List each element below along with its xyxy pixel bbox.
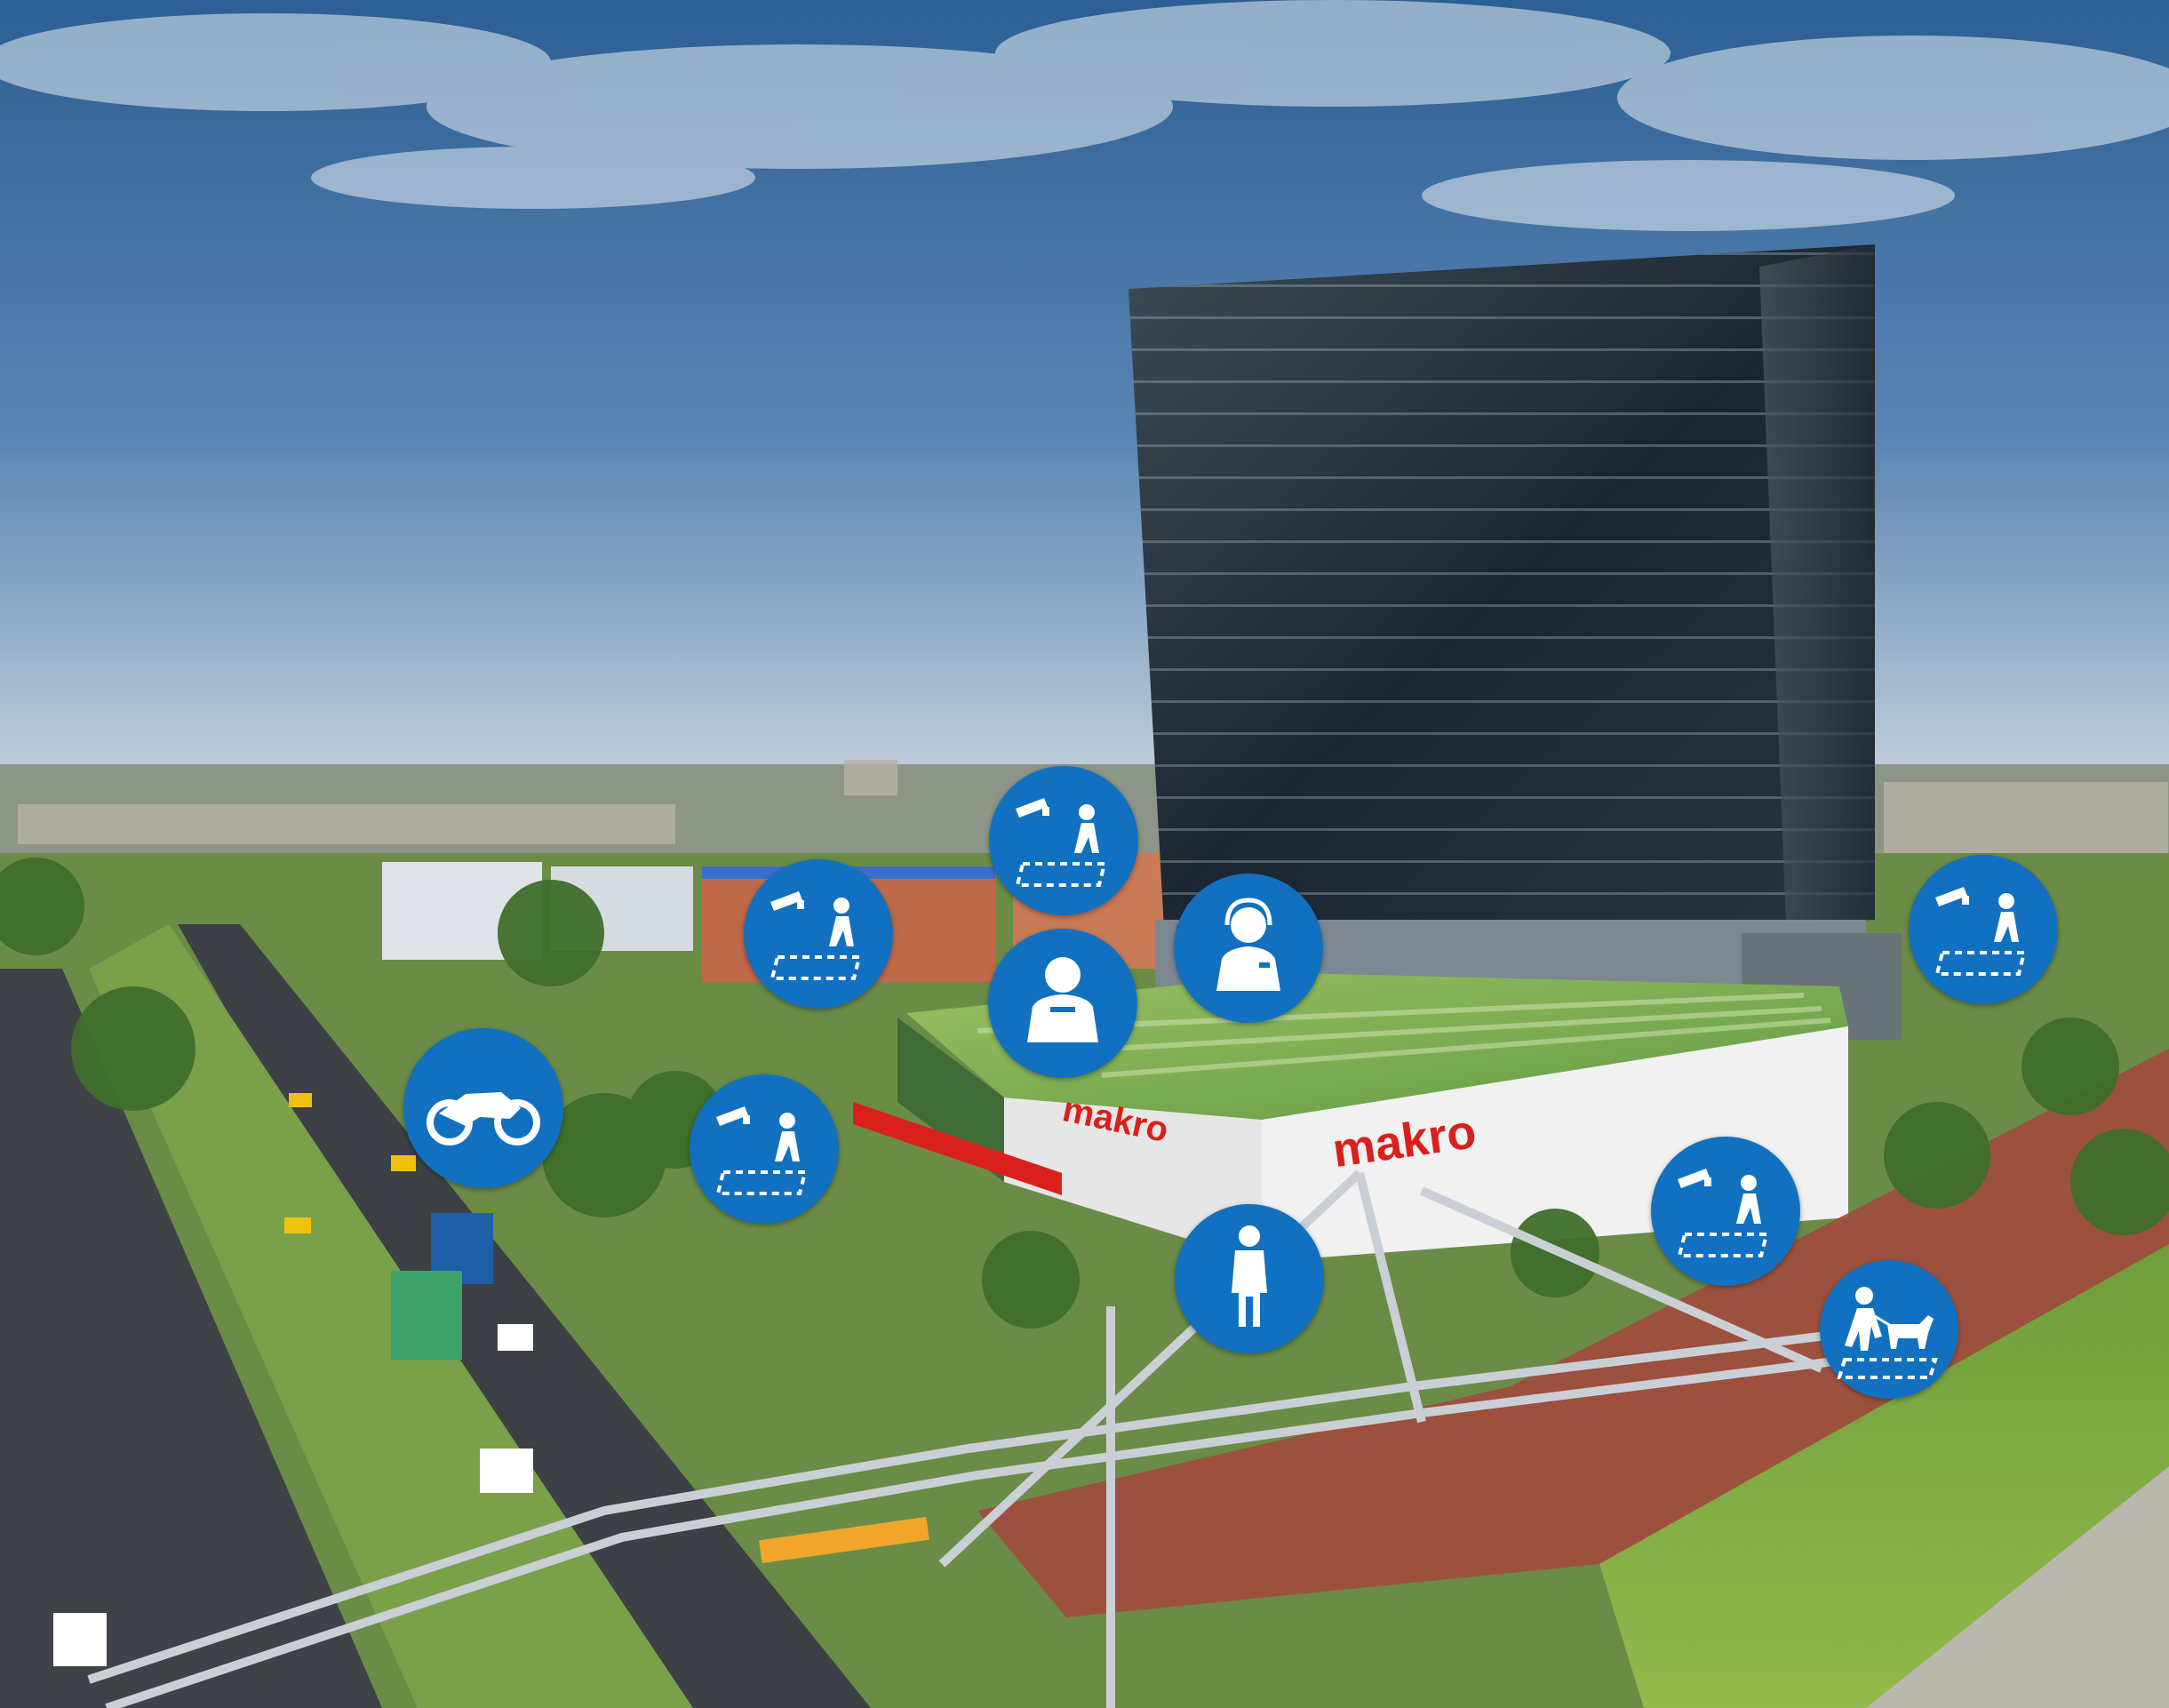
marker-camera-patrol-5[interactable] (1651, 1137, 1800, 1286)
marker-camera-patrol-1[interactable] (989, 766, 1138, 915)
marker-k9-unit[interactable] (1820, 1260, 1958, 1399)
marker-camera-patrol-3[interactable] (1909, 855, 2058, 1004)
aerial-photo-scene: makro makro (0, 0, 2169, 1708)
k9-unit-patrol-icon (1837, 1287, 1938, 1379)
security-camera-patrol-icon (1677, 1169, 1769, 1257)
security-operator-headset-icon (1216, 898, 1280, 991)
security-camera-patrol-icon (1015, 798, 1107, 887)
marker-operator[interactable] (1174, 874, 1323, 1023)
motorcycle-patrol-icon (427, 1092, 540, 1145)
standing-guard-icon (1232, 1225, 1267, 1327)
security-guard-icon (1027, 957, 1098, 1042)
marker-camera-patrol-4[interactable] (690, 1074, 839, 1224)
marker-standing-guard[interactable] (1175, 1204, 1324, 1353)
security-camera-patrol-icon (1934, 887, 2027, 976)
marker-motorcycle-patrol[interactable] (403, 1028, 563, 1188)
marker-security-guard[interactable] (988, 929, 1137, 1078)
security-camera-patrol-icon (770, 891, 862, 980)
marker-camera-patrol-2[interactable] (744, 859, 893, 1009)
security-camera-patrol-icon (715, 1106, 808, 1195)
